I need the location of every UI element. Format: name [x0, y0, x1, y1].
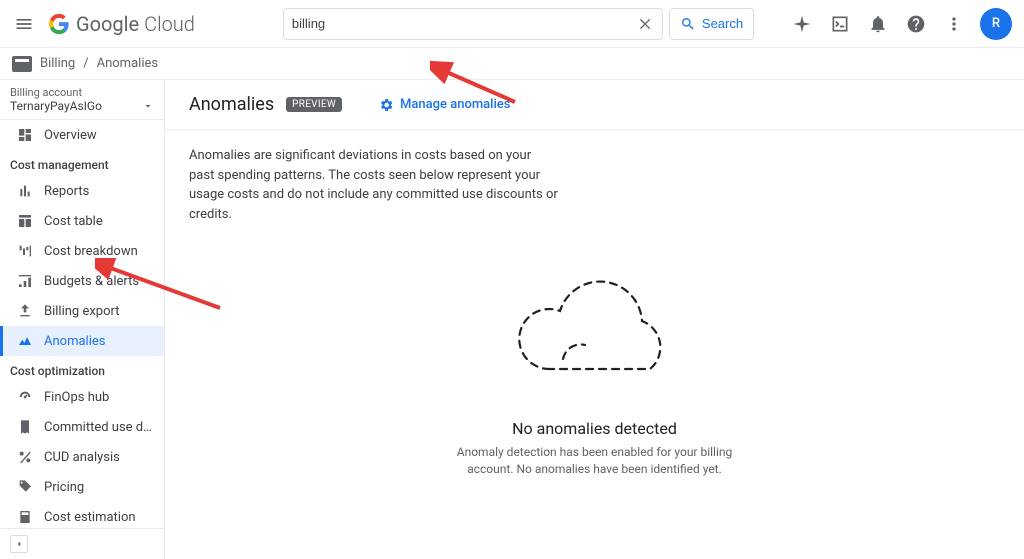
- gear-icon: [378, 97, 394, 113]
- budget-icon: [16, 272, 34, 290]
- nav-cud-analysis[interactable]: CUD analysis: [0, 442, 164, 472]
- table-icon: [16, 212, 34, 230]
- manage-anomalies-label: Manage anomalies: [400, 97, 510, 112]
- nav-label: Budgets & alerts: [44, 274, 139, 289]
- search-icon: [680, 16, 696, 32]
- nav-reports[interactable]: Reports: [0, 176, 164, 206]
- product-logo[interactable]: Google Cloud: [48, 12, 195, 36]
- waterfall-icon: [16, 242, 34, 260]
- export-icon: [16, 302, 34, 320]
- empty-state-subtitle: Anomaly detection has been enabled for y…: [435, 444, 755, 478]
- search-input[interactable]: [292, 16, 638, 31]
- nav-label: Billing export: [44, 304, 119, 319]
- dashboard-icon: [16, 126, 34, 144]
- main: Billing account TernaryPayAsIGo Overview…: [0, 80, 1024, 559]
- search-wrap: Search: [283, 8, 754, 40]
- collapse-sidebar-icon[interactable]: [10, 535, 28, 553]
- manage-anomalies-link[interactable]: Manage anomalies: [378, 97, 510, 113]
- nav-label: Pricing: [44, 480, 84, 495]
- billing-account-label: Billing account: [10, 86, 154, 99]
- nav-label: CUD analysis: [44, 450, 120, 465]
- nav-pricing[interactable]: Pricing: [0, 472, 164, 502]
- percent-icon: [16, 448, 34, 466]
- tag-icon: [16, 478, 34, 496]
- nav-label: Cost estimation: [44, 510, 136, 525]
- billing-icon: [12, 56, 32, 72]
- page-header: Anomalies Preview Manage anomalies: [165, 80, 1024, 130]
- breadcrumb: Billing / Anomalies: [0, 48, 1024, 80]
- topbar-right: R: [790, 8, 1012, 40]
- receipt-icon: [16, 418, 34, 436]
- more-icon[interactable]: [942, 12, 966, 36]
- gemini-icon[interactable]: [790, 12, 814, 36]
- nav-cost-breakdown[interactable]: Cost breakdown: [0, 236, 164, 266]
- cloud-illustration-icon: [495, 269, 695, 399]
- nav-label: FinOps hub: [44, 390, 109, 405]
- breadcrumb-separator: /: [83, 56, 88, 71]
- anomaly-icon: [16, 332, 34, 350]
- nav-label: Cost breakdown: [44, 244, 138, 259]
- page-title: Anomalies: [189, 94, 274, 115]
- chevron-down-icon: [142, 100, 154, 112]
- search-box[interactable]: [283, 8, 663, 40]
- section-cost-optimization: Cost optimization: [0, 356, 164, 382]
- breadcrumb-page[interactable]: Anomalies: [97, 56, 158, 71]
- hamburger-menu-icon[interactable]: [12, 12, 36, 36]
- nav-cud[interactable]: Committed use discou...: [0, 412, 164, 442]
- bar-chart-icon: [16, 182, 34, 200]
- nav-cost-estimation[interactable]: Cost estimation: [0, 502, 164, 528]
- google-logo-icon: [48, 13, 70, 35]
- nav-label: Reports: [44, 184, 89, 199]
- nav-cost-table[interactable]: Cost table: [0, 206, 164, 236]
- nav-label: Committed use discou...: [44, 420, 154, 435]
- help-icon[interactable]: [904, 12, 928, 36]
- nav-label: Cost table: [44, 214, 103, 229]
- cloud-shell-icon[interactable]: [828, 12, 852, 36]
- preview-badge: Preview: [286, 97, 342, 112]
- brand-text: Google Cloud: [76, 12, 195, 36]
- nav-anomalies[interactable]: Anomalies: [0, 326, 164, 356]
- notifications-icon[interactable]: [866, 12, 890, 36]
- search-button-label: Search: [702, 16, 743, 31]
- speedometer-icon: [16, 388, 34, 406]
- page-body: Anomalies are significant deviations in …: [165, 130, 1024, 559]
- empty-state-title: No anomalies detected: [512, 419, 677, 438]
- content: Anomalies Preview Manage anomalies Anoma…: [165, 80, 1024, 559]
- nav-budgets-alerts[interactable]: Budgets & alerts: [0, 266, 164, 296]
- empty-state: No anomalies detected Anomaly detection …: [189, 204, 1000, 543]
- clear-search-icon[interactable]: [638, 16, 654, 32]
- top-bar: Google Cloud Search R: [0, 0, 1024, 48]
- section-cost-management: Cost management: [0, 150, 164, 176]
- calculator-icon: [16, 508, 34, 526]
- avatar[interactable]: R: [980, 8, 1012, 40]
- billing-account-picker[interactable]: Billing account TernaryPayAsIGo: [0, 80, 164, 120]
- nav-label: Anomalies: [44, 334, 105, 349]
- sidebar-footer: [0, 528, 164, 559]
- breadcrumb-section[interactable]: Billing: [40, 56, 75, 71]
- nav-finops-hub[interactable]: FinOps hub: [0, 382, 164, 412]
- nav-billing-export[interactable]: Billing export: [0, 296, 164, 326]
- nav-label: Overview: [44, 128, 97, 143]
- search-button[interactable]: Search: [669, 8, 754, 40]
- sidebar: Billing account TernaryPayAsIGo Overview…: [0, 80, 165, 559]
- avatar-initial: R: [992, 16, 1000, 31]
- billing-account-name: TernaryPayAsIGo: [10, 99, 102, 113]
- nav-overview[interactable]: Overview: [0, 120, 164, 150]
